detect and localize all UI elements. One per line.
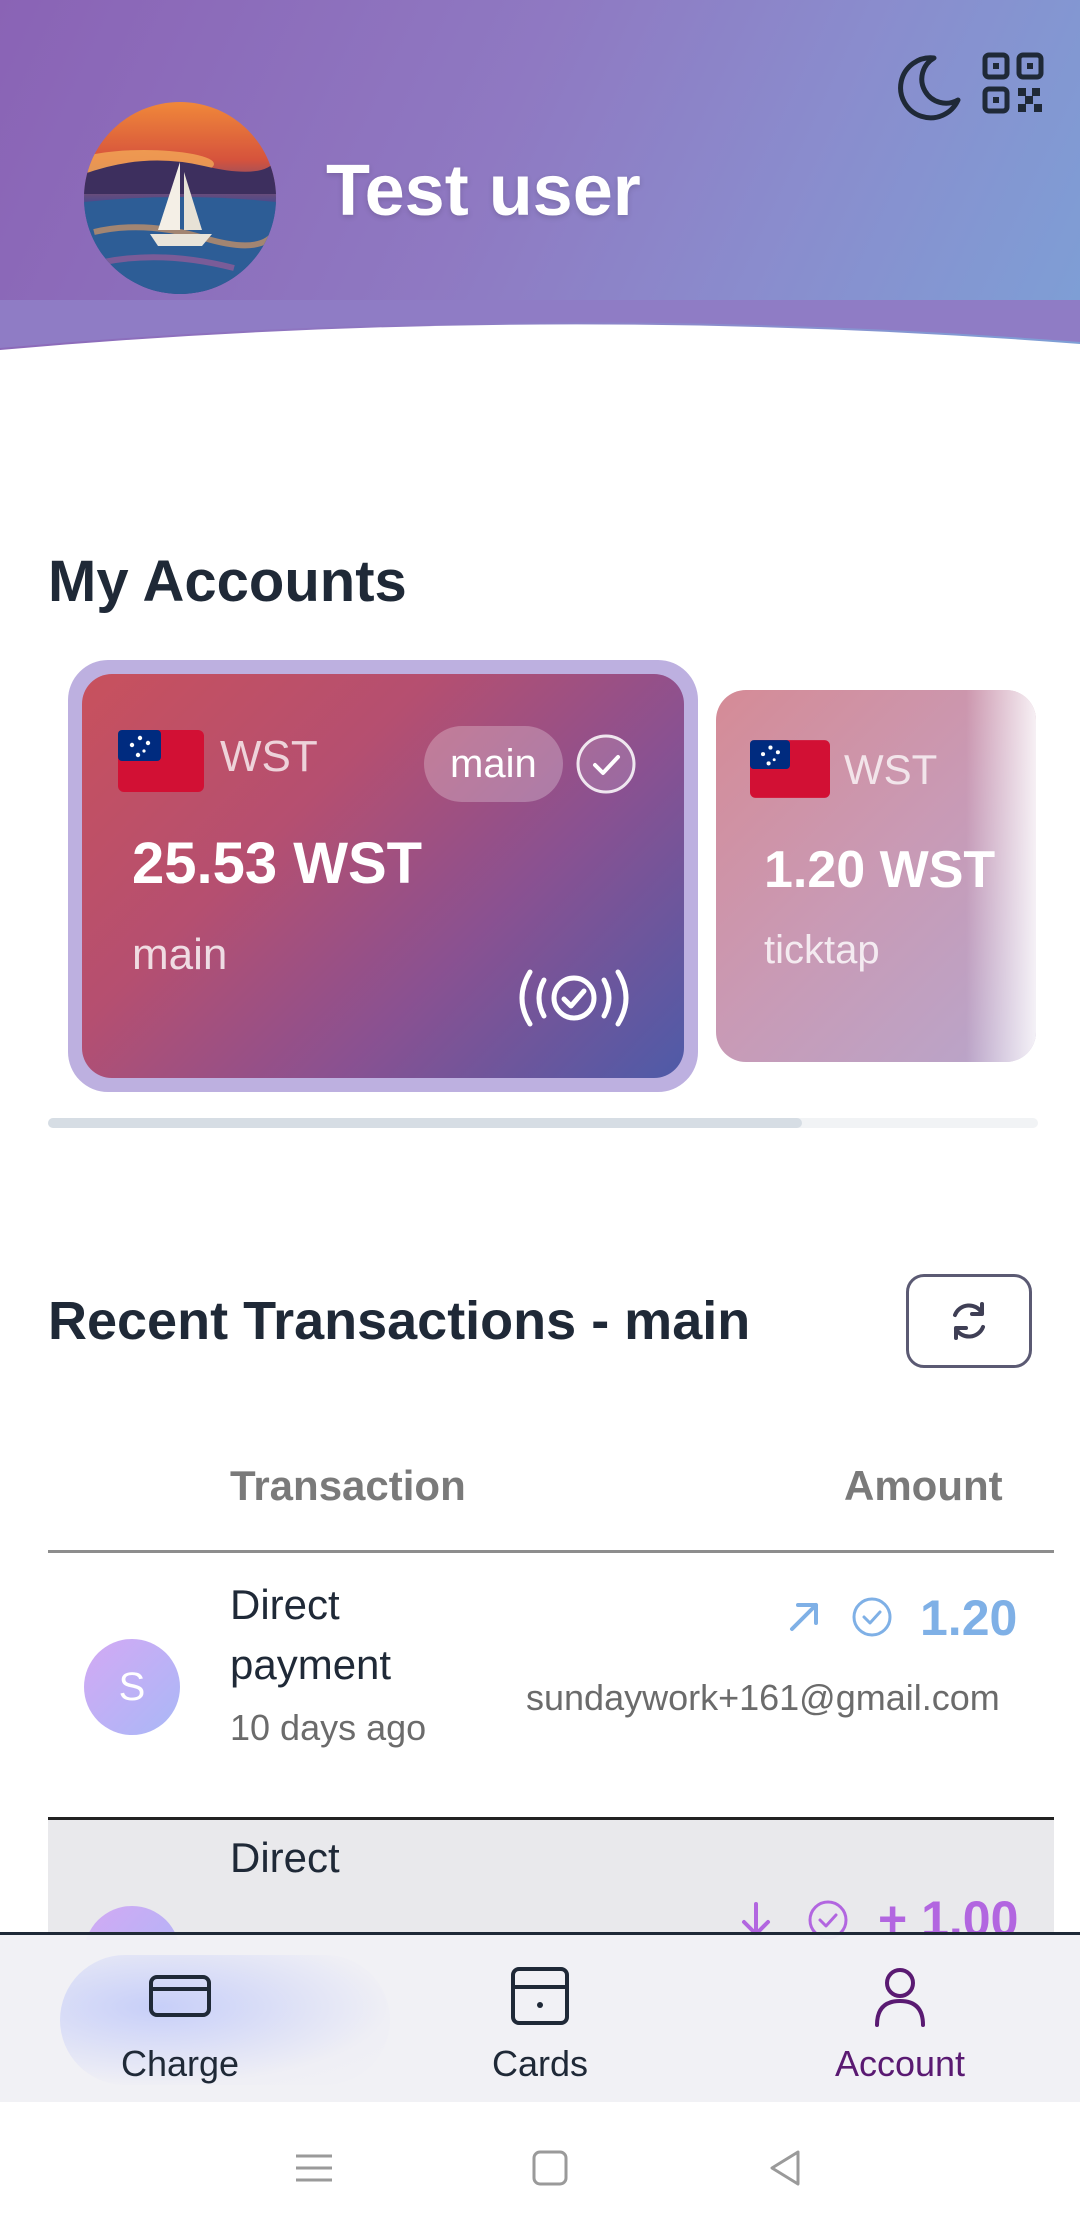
header-curve (0, 300, 1080, 390)
status-check-icon (852, 1597, 892, 1637)
column-header-transaction: Transaction (230, 1462, 466, 1509)
my-accounts-title: My Accounts (48, 549, 407, 614)
nav-label: Charge (120, 2043, 240, 2084)
card-fade-overlay (966, 690, 1036, 1062)
qr-code-icon (982, 52, 1044, 114)
card-balance: 1.20 WST (764, 841, 996, 899)
card-wallet-icon (511, 1967, 569, 2025)
account-card-ticktap[interactable]: WST 1.20 WST ticktap (716, 690, 1036, 1062)
transaction-time: 10 days ago (230, 1707, 427, 1748)
accounts-scroll-thumb[interactable] (48, 1118, 802, 1128)
nav-label: Account (834, 2043, 966, 2084)
moon-icon (898, 55, 961, 121)
nav-label: Cards (491, 2043, 589, 2084)
dark-mode-toggle[interactable] (894, 52, 964, 122)
card-account-name: ticktap (764, 928, 880, 972)
qr-code-button[interactable] (982, 52, 1044, 114)
card-currency: WST (844, 746, 938, 793)
samoa-flag-icon (750, 740, 830, 798)
main-badge: main (424, 726, 563, 802)
account-card-main-body: WST main 25.53 WST main (82, 674, 684, 1078)
credit-card-icon (149, 1975, 211, 2017)
transaction-title-line1: Direct (230, 1834, 340, 1881)
contactless-check-icon (519, 969, 629, 1027)
sailboat-painting-image (84, 150, 276, 294)
transaction-amount: 1.20 (920, 1590, 1018, 1646)
selected-check-icon (576, 734, 636, 794)
column-header-amount: Amount (844, 1462, 1003, 1509)
nav-item-account[interactable]: Account (770, 1935, 1030, 2105)
user-icon (875, 1968, 925, 2027)
bottom-navigation: Charge Cards Account (0, 1932, 1080, 2102)
transaction-email: sundaywork+161@gmail.com (526, 1677, 1000, 1718)
home-square-icon[interactable] (526, 2144, 574, 2192)
nav-item-cards[interactable]: Cards (410, 1935, 670, 2105)
refresh-icon (953, 1302, 985, 1340)
menu-icon[interactable] (290, 2144, 338, 2192)
table-row[interactable]: S Direct payment 10 days ago 1.20 sunday… (48, 1553, 1054, 1817)
recent-transactions-title: Recent Transactions - main (48, 1291, 751, 1351)
outgoing-arrow-icon (790, 1603, 818, 1631)
transaction-title-line2: payment (230, 1641, 392, 1688)
account-card-main[interactable]: WST main 25.53 WST main (68, 660, 698, 1092)
system-navigation-bar (0, 2102, 1080, 2234)
back-triangle-icon[interactable] (762, 2144, 810, 2192)
card-currency: WST (220, 732, 318, 781)
transaction-title-line1: Direct (230, 1581, 340, 1628)
transaction-avatar: S (84, 1639, 180, 1735)
refresh-button[interactable] (906, 1274, 1032, 1368)
user-name: Test user (326, 151, 641, 231)
samoa-flag-icon (118, 730, 204, 792)
card-account-name: main (132, 930, 228, 979)
profile-avatar[interactable] (84, 102, 276, 294)
nav-item-charge[interactable]: Charge (50, 1935, 310, 2105)
card-balance: 25.53 WST (132, 831, 423, 896)
table-row[interactable]: Direct + 1.00 (48, 1820, 1054, 1940)
